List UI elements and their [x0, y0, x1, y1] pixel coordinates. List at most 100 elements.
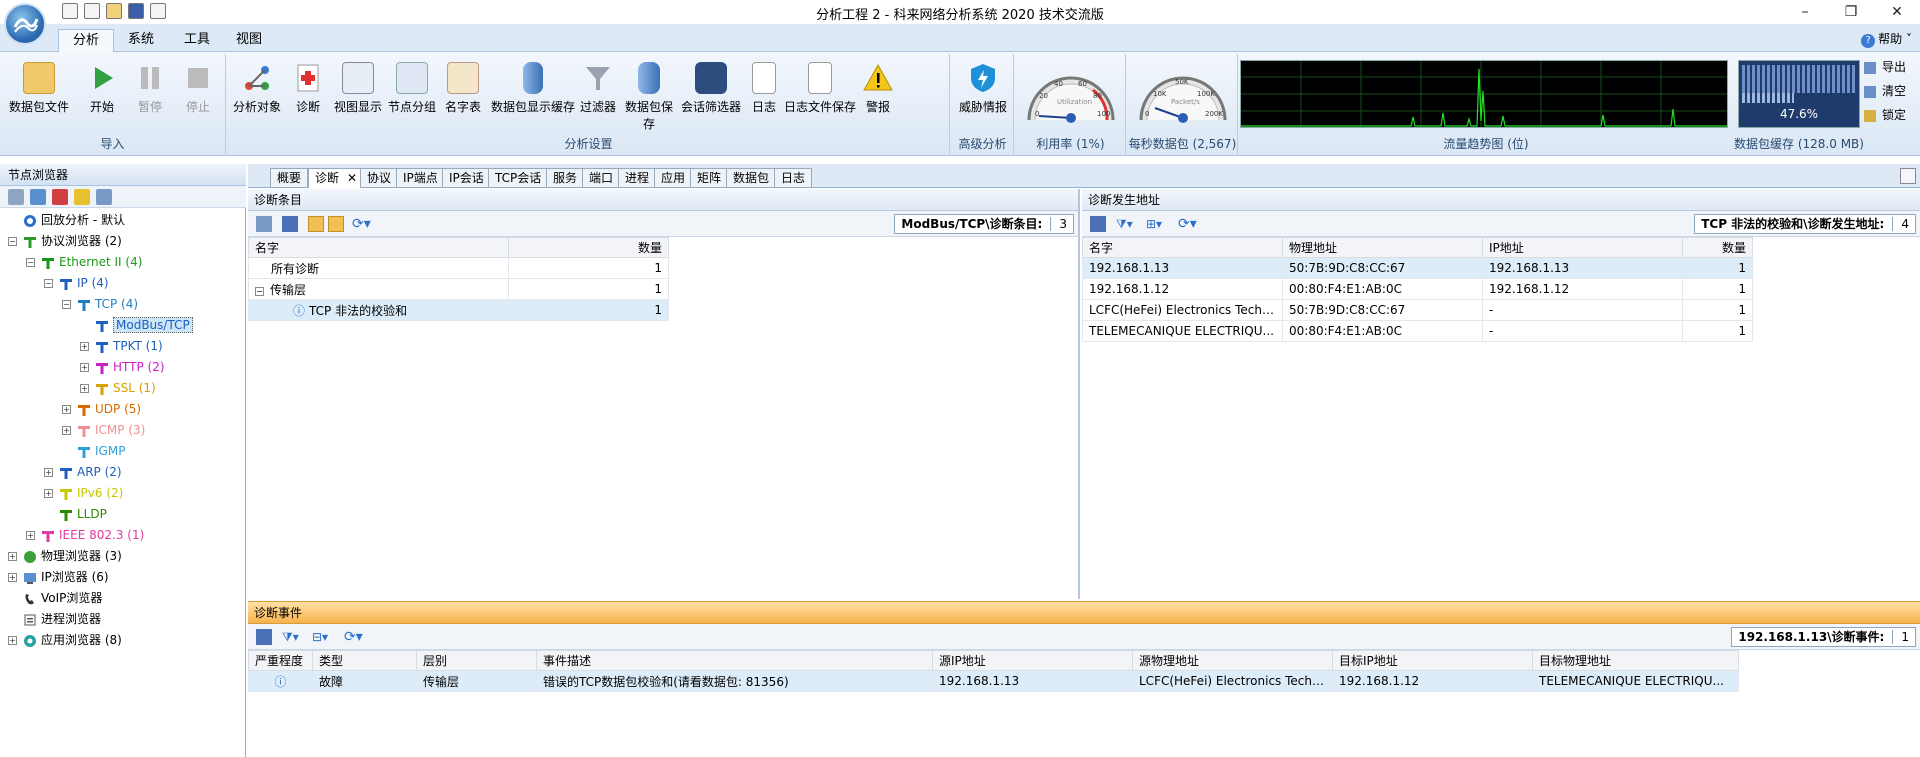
expand-toggle[interactable]: + — [80, 384, 89, 393]
collapse-toggle[interactable]: − — [44, 279, 53, 288]
diagnosis-icon[interactable] — [52, 189, 68, 205]
table-row[interactable]: TELEMECANIQUE ELECTRIQU... 00:80:F4:E1:AB… — [1082, 320, 1753, 342]
expand-toggle[interactable]: + — [80, 363, 89, 372]
expand-all-icon[interactable] — [308, 216, 324, 232]
packet-save-button[interactable]: 数据包保存 — [620, 58, 678, 131]
tree-node-voip-browser[interactable]: VoIP浏览器 — [8, 588, 102, 609]
save-icon[interactable] — [256, 629, 272, 645]
filter-icon[interactable]: ⧩▾ — [282, 629, 304, 645]
tree-node-protocol-browser[interactable]: − 协议浏览器 (2) — [8, 231, 122, 252]
table-row-selected[interactable]: 192.168.1.13 50:7B:9D:C8:CC:67 192.168.1.1… — [1082, 257, 1753, 279]
col-dst-ip[interactable]: 目标IP地址 — [1332, 650, 1533, 671]
refresh-icon[interactable]: ⟳▾ — [352, 216, 371, 232]
log-file-save-button[interactable]: 日志文件保存 — [784, 58, 856, 128]
edit-icon[interactable] — [150, 3, 166, 19]
panel-layout-icon[interactable] — [1900, 168, 1916, 184]
collapse-toggle[interactable]: − — [26, 258, 35, 267]
col-description[interactable]: 事件描述 — [536, 650, 933, 671]
clear-button[interactable]: 清空 — [1864, 80, 1906, 102]
tree-node-replay-analysis[interactable]: 回放分析 - 默认 — [8, 210, 125, 231]
columns-icon[interactable]: ⊟▾ — [312, 629, 334, 645]
refresh-icon[interactable]: ⟳▾ — [344, 629, 368, 645]
table-row[interactable]: − 传输层 1 — [248, 278, 669, 300]
save-icon[interactable] — [1090, 216, 1106, 232]
packet-display-buffer-button[interactable]: 数据包显示缓存 — [490, 58, 576, 128]
analysis-object-button[interactable]: 分析对象 — [230, 58, 284, 128]
col-type[interactable]: 类型 — [312, 650, 417, 671]
expand-toggle[interactable]: + — [80, 342, 89, 351]
col-severity[interactable]: 严重程度 — [248, 650, 313, 671]
lock-button[interactable]: 锁定 — [1864, 104, 1906, 126]
table-row[interactable]: 所有诊断 1 — [248, 257, 669, 279]
diagnosis-button[interactable]: 诊断 — [288, 58, 328, 128]
tab-summary[interactable]: 概要 — [270, 168, 309, 188]
export-button[interactable]: 导出 — [1864, 56, 1906, 78]
col-src-mac[interactable]: 源物理地址 — [1132, 650, 1333, 671]
expand-toggle[interactable]: + — [62, 405, 71, 414]
collapse-all-icon[interactable] — [328, 216, 344, 232]
col-dst-mac[interactable]: 目标物理地址 — [1532, 650, 1739, 671]
filter-button[interactable]: 过滤器 — [578, 58, 618, 128]
threat-intel-button[interactable]: 威胁情报 — [956, 58, 1010, 128]
tree-node-igmp[interactable]: IGMP — [62, 441, 125, 462]
collapse-toggle[interactable]: − — [8, 237, 17, 246]
tree-node-lldp[interactable]: LLDP — [44, 504, 107, 525]
open-folder-icon[interactable] — [106, 3, 122, 19]
col-count[interactable]: 数量 — [1682, 237, 1753, 258]
tree-node-application-browser[interactable]: + 应用浏览器 (8) — [8, 630, 122, 651]
maximize-button[interactable]: ❐ — [1828, 0, 1874, 24]
save-icon[interactable] — [128, 3, 144, 19]
tab-process[interactable]: 进程 — [618, 168, 657, 188]
refresh-icon[interactable]: ⟳▾ — [1178, 216, 1202, 232]
start-button[interactable]: 开始 — [80, 58, 124, 128]
table-row-selected[interactable]: ⓘ TCP 非法的校验和 1 — [248, 299, 669, 321]
ribbon-tab-analysis[interactable]: 分析 — [58, 29, 115, 52]
layout-icon[interactable] — [256, 216, 272, 232]
tree-node-icmp[interactable]: + ICMP (3) — [62, 420, 145, 441]
alarm-button[interactable]: 警报 — [860, 58, 896, 128]
tab-port[interactable]: 端口 — [582, 168, 621, 188]
col-name[interactable]: 名字 — [1082, 237, 1283, 258]
node-group-button[interactable]: 节点分组 — [386, 58, 438, 128]
tree-node-tcp[interactable]: − TCP (4) — [62, 294, 138, 315]
app-logo-icon[interactable] — [4, 3, 46, 45]
ribbon-tab-view[interactable]: 视图 — [222, 29, 276, 52]
packet-file-button[interactable]: 数据包文件 — [4, 58, 74, 128]
tree-node-modbus-tcp[interactable]: ModBus/TCP — [80, 315, 193, 336]
tree-node-http[interactable]: + HTTP (2) — [80, 357, 165, 378]
expand-toggle[interactable]: + — [8, 552, 17, 561]
ribbon-tab-system[interactable]: 系统 — [114, 29, 168, 52]
tab-service[interactable]: 服务 — [546, 168, 585, 188]
tab-log[interactable]: 日志 — [774, 168, 813, 188]
col-ip[interactable]: IP地址 — [1482, 237, 1683, 258]
tree-node-ip-browser[interactable]: + IP浏览器 (6) — [8, 567, 109, 588]
expand-toggle[interactable]: + — [44, 489, 53, 498]
minimize-button[interactable]: – — [1782, 0, 1828, 24]
new-project-icon[interactable] — [84, 3, 100, 19]
filter-icon[interactable]: ⧩▾ — [1116, 216, 1138, 232]
tree-node-ipv6[interactable]: + IPv6 (2) — [44, 483, 123, 504]
expand-toggle[interactable]: + — [26, 531, 35, 540]
tree-node-ieee-802-3[interactable]: + IEEE 802.3 (1) — [26, 525, 144, 546]
tree-node-arp[interactable]: + ARP (2) — [44, 462, 122, 483]
tree-node-physical-browser[interactable]: + 物理浏览器 (3) — [8, 546, 122, 567]
tab-packet[interactable]: 数据包 — [726, 168, 777, 188]
tab-ip-session[interactable]: IP会话 — [442, 168, 491, 188]
expand-toggle[interactable]: + — [62, 426, 71, 435]
table-row[interactable]: LCFC(HeFei) Electronics Techn... 50:7B:9D… — [1082, 299, 1753, 321]
help-button[interactable]: ? 帮助 ˅ — [1861, 30, 1912, 48]
settings-icon[interactable] — [96, 189, 112, 205]
tree-node-tpkt[interactable]: + TPKT (1) — [80, 336, 163, 357]
col-src-ip[interactable]: 源IP地址 — [932, 650, 1133, 671]
ribbon-tab-tools[interactable]: 工具 — [170, 29, 224, 52]
tree-node-ip[interactable]: − IP (4) — [44, 273, 109, 294]
tab-matrix[interactable]: 矩阵 — [690, 168, 729, 188]
table-row[interactable]: 192.168.1.12 00:80:F4:E1:AB:0C 192.168.1.1… — [1082, 278, 1753, 300]
new-file-icon[interactable] — [62, 3, 78, 19]
tab-tcp-session[interactable]: TCP会话 — [488, 168, 549, 188]
stop-button[interactable]: 停止 — [176, 58, 220, 128]
tab-diagnosis[interactable]: 诊断 ✕ — [308, 168, 363, 188]
tab-close-icon[interactable]: ✕ — [347, 169, 357, 187]
view-display-button[interactable]: 视图显示 — [332, 58, 384, 128]
filter-icon[interactable] — [30, 189, 46, 205]
